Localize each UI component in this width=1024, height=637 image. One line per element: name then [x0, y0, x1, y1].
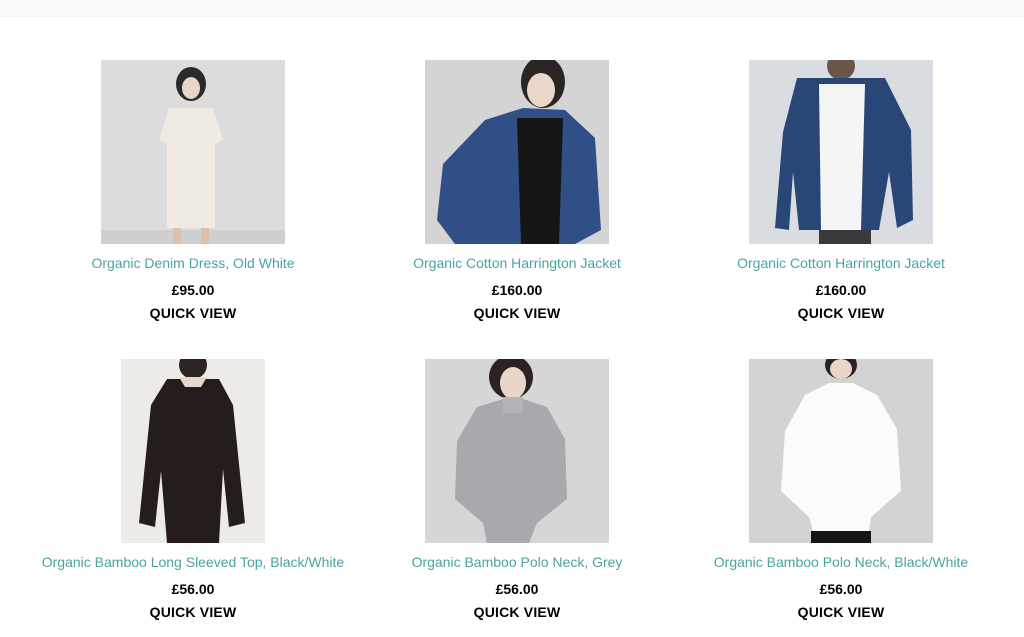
product-price: £95.00 [171, 282, 215, 298]
product-image[interactable] [121, 359, 265, 543]
product-price: £56.00 [819, 581, 863, 597]
product-grid: Organic Denim Dress, Old White £95.00 QU… [0, 0, 1024, 637]
product-title[interactable]: Organic Cotton Harrington Jacket [413, 255, 621, 271]
product-title[interactable]: Organic Bamboo Long Sleeved Top, Black/W… [42, 554, 344, 570]
product-title[interactable]: Organic Bamboo Polo Neck, Black/White [714, 554, 968, 570]
product-image[interactable] [425, 359, 609, 543]
product-title[interactable]: Organic Denim Dress, Old White [91, 255, 294, 271]
product-title[interactable]: Organic Bamboo Polo Neck, Grey [412, 554, 623, 570]
product-price: £160.00 [815, 282, 867, 298]
product-image[interactable] [101, 60, 285, 244]
product-card: Organic Cotton Harrington Jacket £160.00… [347, 60, 687, 321]
quick-view-button[interactable]: QUICK VIEW [474, 604, 561, 620]
product-card: Organic Cotton Harrington Jacket £160.00… [671, 60, 1011, 321]
product-card: Organic Denim Dress, Old White £95.00 QU… [23, 60, 363, 321]
product-price: £56.00 [171, 581, 215, 597]
product-image[interactable] [749, 359, 933, 543]
quick-view-button[interactable]: QUICK VIEW [474, 305, 561, 321]
product-image[interactable] [749, 60, 933, 244]
product-image[interactable] [425, 60, 609, 244]
quick-view-button[interactable]: QUICK VIEW [150, 305, 237, 321]
product-card: Organic Bamboo Polo Neck, Black/White £5… [671, 359, 1011, 620]
quick-view-button[interactable]: QUICK VIEW [798, 604, 885, 620]
product-card: Organic Bamboo Long Sleeved Top, Black/W… [23, 359, 363, 620]
product-price: £56.00 [495, 581, 539, 597]
quick-view-button[interactable]: QUICK VIEW [798, 305, 885, 321]
product-title[interactable]: Organic Cotton Harrington Jacket [737, 255, 945, 271]
product-price: £160.00 [491, 282, 543, 298]
quick-view-button[interactable]: QUICK VIEW [150, 604, 237, 620]
product-card: Organic Bamboo Polo Neck, Grey £56.00 QU… [347, 359, 687, 620]
